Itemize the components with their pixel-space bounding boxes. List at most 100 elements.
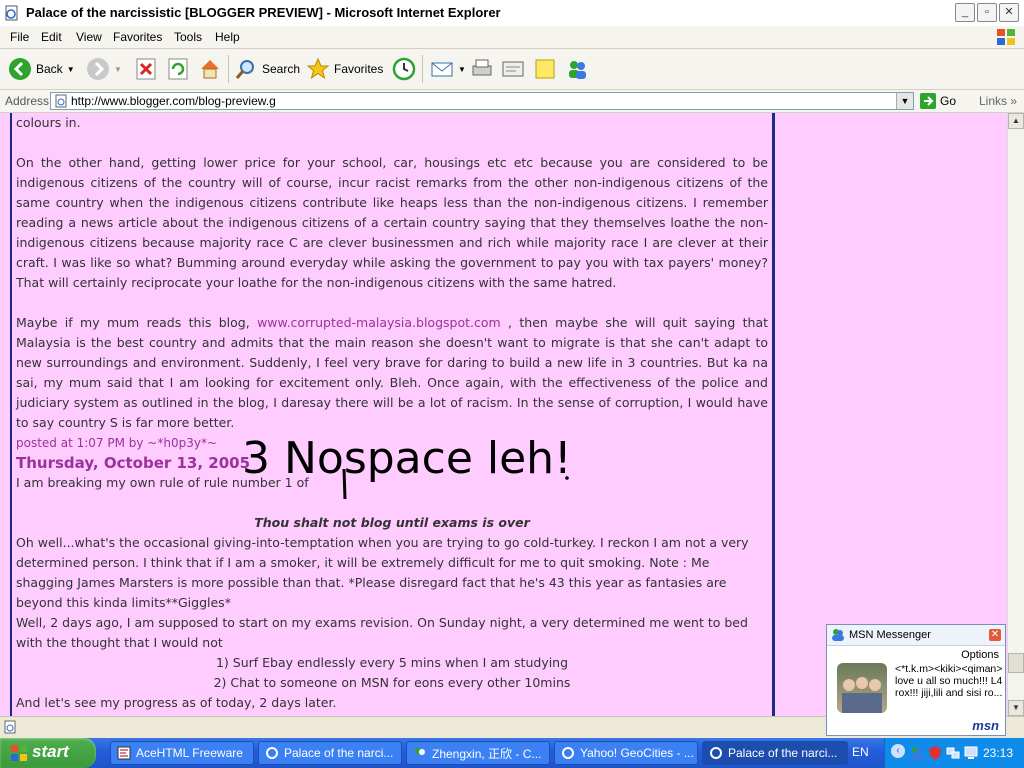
task-label: Zhengxin, 正欣 - C...	[432, 746, 542, 761]
go-button[interactable]: Go	[920, 93, 956, 109]
minimize-button[interactable]: _	[955, 3, 975, 22]
task-label: Palace of the narci...	[284, 746, 394, 760]
taskbar: start AceHTML Freeware Palace of the nar…	[0, 738, 1024, 768]
menu-bar: File Edit View Favorites Tools Help	[0, 26, 1024, 49]
windows-logo-icon	[997, 29, 1015, 45]
language-indicator[interactable]: EN	[852, 745, 869, 759]
menu-view[interactable]: View	[76, 30, 102, 44]
mail-button[interactable]: ▼	[430, 55, 466, 83]
taskbar-item-palace-2[interactable]: Palace of the narci...	[702, 741, 848, 765]
post-paragraph-1: On the other hand, getting lower price f…	[16, 155, 768, 290]
start-label: start	[32, 742, 69, 761]
favorites-label: Favorites	[334, 62, 384, 76]
messenger-icon	[569, 61, 586, 79]
toolbar: Back ▼ ▼ Search Favorites ▼	[0, 49, 1024, 90]
chat-icon	[415, 748, 425, 755]
network-icon[interactable]	[945, 745, 961, 761]
taskbar-item-geocities[interactable]: Yahoo! GeoCities - ...	[554, 741, 698, 765]
post-line-top: colours in.	[16, 115, 81, 130]
msn-notification[interactable]: MSN Messenger ✕ Options <*t.k.m><kiki><q…	[826, 624, 1006, 736]
msn-options-link[interactable]: Options	[961, 649, 999, 661]
back-dropdown-icon[interactable]: ▼	[67, 65, 75, 74]
links-button[interactable]: Links »	[979, 94, 1017, 108]
msn-header: MSN Messenger ✕	[827, 625, 1005, 646]
post-paragraph-2: Maybe if my mum reads this blog, www.cor…	[16, 313, 768, 433]
msn-title: MSN Messenger	[849, 629, 931, 641]
links-label: Links	[979, 94, 1008, 108]
list-item: 2) Chat to someone on MSN for eons every…	[213, 675, 571, 690]
paragraph-2-before: Maybe if my mum reads this blog,	[16, 315, 250, 330]
edit-page-icon	[502, 61, 524, 77]
home-button[interactable]	[198, 55, 222, 83]
start-button[interactable]: start	[0, 738, 96, 768]
history-icon	[392, 57, 416, 81]
group-photo-icon	[842, 677, 882, 713]
address-input[interactable]	[71, 94, 891, 108]
close-button[interactable]: ✕	[999, 3, 1019, 22]
favorites-button[interactable]: Favorites	[306, 55, 383, 83]
scroll-up-arrow-icon[interactable]: ▲	[1008, 113, 1024, 129]
messenger-button[interactable]	[565, 55, 589, 83]
list-item: 1) Surf Ebay endlessly every 5 mins when…	[215, 655, 569, 670]
note-icon	[535, 59, 555, 79]
vertical-scrollbar[interactable]: ▲ ▼	[1007, 113, 1024, 716]
ie-page-icon	[5, 5, 18, 21]
menu-help[interactable]: Help	[215, 30, 240, 44]
rule-quote: Thou shalt not blog until exams is over	[254, 515, 530, 530]
system-tray: ‹ 23:13	[884, 738, 1024, 768]
msn-contact-photo	[837, 663, 887, 713]
home-icon	[201, 60, 219, 79]
menu-favorites[interactable]: Favorites	[113, 30, 162, 44]
msn-close-icon[interactable]: ✕	[989, 629, 1001, 641]
forward-dropdown-icon[interactable]: ▼	[114, 65, 122, 74]
back-button[interactable]: Back ▼	[8, 55, 75, 83]
msn-tray-icon[interactable]	[909, 745, 925, 761]
history-button[interactable]	[392, 55, 416, 83]
msn-logo: msn	[972, 718, 999, 733]
search-button[interactable]: Search	[234, 55, 300, 83]
forward-button[interactable]: ▼	[86, 55, 122, 83]
title-bar: Palace of the narcissistic [BLOGGER PREV…	[0, 0, 1024, 27]
address-bar: Address ▼ Go Links »	[0, 90, 1024, 113]
taskbar-item-acehtml[interactable]: AceHTML Freeware	[110, 741, 254, 765]
address-box: ▼	[50, 92, 914, 110]
menu-tools[interactable]: Tools	[174, 30, 202, 44]
shield-icon[interactable]	[927, 745, 943, 761]
clock: 23:13	[982, 746, 1013, 760]
task-label: Palace of the narci...	[728, 746, 838, 760]
handwritten-scribble: 3 Nospace leh!	[242, 433, 572, 500]
discuss-button[interactable]	[533, 55, 557, 83]
taskbar-item-palace-1[interactable]: Palace of the narci...	[258, 741, 402, 765]
stop-button[interactable]	[134, 55, 158, 83]
tray-arrow-icon[interactable]: ‹	[891, 744, 905, 758]
back-label: Back	[36, 62, 63, 76]
refresh-icon	[168, 58, 188, 80]
edit-button[interactable]	[501, 55, 525, 83]
address-label: Address	[5, 94, 50, 108]
address-dropdown-icon[interactable]: ▼	[896, 93, 913, 109]
scroll-down-arrow-icon[interactable]: ▼	[1008, 700, 1024, 716]
ie-icon	[562, 747, 574, 759]
task-label: Yahoo! GeoCities - ...	[580, 746, 694, 760]
post-last-line: And let's see my progress as of today, 2…	[16, 695, 337, 710]
toolbar-separator	[228, 55, 229, 83]
scroll-thumb[interactable]	[1008, 653, 1024, 673]
menu-file[interactable]: File	[10, 30, 29, 44]
go-label: Go	[940, 94, 957, 108]
post-body: colours in. On the other hand, getting l…	[16, 113, 768, 713]
blog-post-column: colours in. On the other hand, getting l…	[10, 113, 775, 716]
taskbar-item-zhengxin[interactable]: Zhengxin, 正欣 - C...	[406, 741, 550, 765]
monitor-icon[interactable]	[963, 745, 979, 761]
search-icon	[235, 60, 254, 79]
star-icon	[306, 57, 330, 80]
menu-edit[interactable]: Edit	[41, 30, 62, 44]
toolbar-separator	[422, 55, 423, 83]
restore-button[interactable]: ▫	[977, 3, 997, 22]
page-icon	[55, 94, 67, 108]
refresh-button[interactable]	[166, 55, 190, 83]
print-button[interactable]	[470, 55, 494, 83]
corrupted-malaysia-link[interactable]: www.corrupted-malaysia.blogspot.com	[257, 315, 501, 330]
mail-dropdown-icon[interactable]: ▼	[458, 65, 466, 74]
